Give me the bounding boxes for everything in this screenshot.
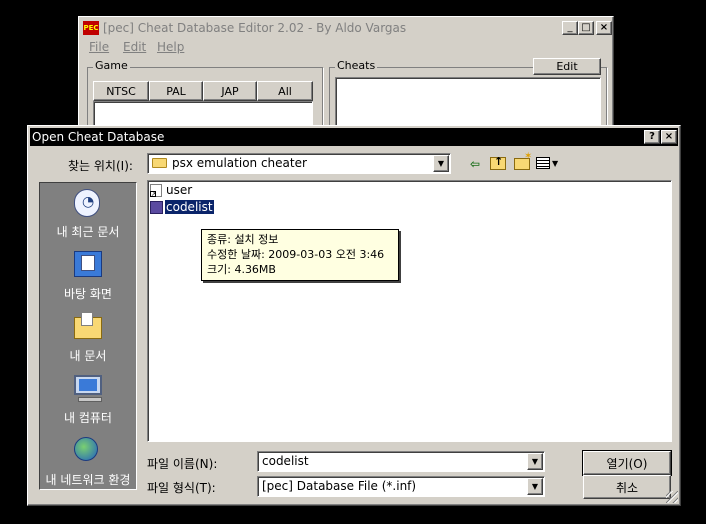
region-tabs: NTSC PAL JAP All — [93, 81, 313, 101]
tab-jap[interactable]: JAP — [203, 81, 257, 101]
file-list[interactable]: ↗ user codelist — [147, 180, 672, 442]
file-item-user[interactable]: ↗ user — [150, 183, 230, 199]
close-button[interactable]: × — [596, 21, 612, 35]
place-my-computer[interactable]: 내 컴퓨터 — [40, 373, 136, 431]
open-dialog: Open Cheat Database ? × 찾는 위치(I): psx em… — [27, 125, 681, 506]
filetype-select[interactable]: [pec] Database File (*.inf) ▼ — [257, 476, 545, 497]
file-name-selected: codelist — [164, 199, 215, 215]
filename-label: 파일 이름(N): — [147, 457, 218, 471]
cancel-button[interactable]: 취소 — [583, 475, 671, 499]
menu-help[interactable]: Help — [157, 40, 184, 54]
places-bar: ◔ 내 최근 문서 바탕 화면 내 문서 내 컴퓨터 내 네트워크 환경 — [39, 182, 137, 490]
place-network[interactable]: 내 네트워크 환경 — [40, 435, 136, 489]
tab-all[interactable]: All — [257, 81, 313, 101]
cheats-group-label: Cheats — [335, 59, 378, 72]
dialog-close-button[interactable]: × — [661, 130, 677, 144]
setup-info-file-icon — [150, 201, 163, 214]
tooltip-type: 종류: 설치 정보 — [207, 233, 279, 246]
minimize-button[interactable]: _ — [562, 21, 578, 35]
new-folder-icon[interactable]: ✶ — [514, 151, 532, 170]
editor-title: [pec] Cheat Database Editor 2.02 - By Al… — [103, 21, 407, 35]
place-label: 바탕 화면 — [64, 287, 112, 301]
filetype-value: [pec] Database File (*.inf) — [262, 479, 417, 493]
chevron-down-icon[interactable]: ▼ — [527, 453, 543, 470]
tooltip-modified: 수정한 날짜: 2009-03-03 오전 3:46 — [207, 248, 385, 261]
file-item-codelist[interactable]: codelist — [150, 199, 230, 216]
maximize-button[interactable]: □ — [578, 21, 594, 35]
lookin-label: 찾는 위치(I): — [68, 159, 133, 173]
file-tooltip: 종류: 설치 정보 수정한 날짜: 2009-03-03 오전 3:46 크기:… — [201, 229, 399, 281]
place-label: 내 문서 — [69, 349, 107, 363]
place-label: 내 최근 문서 — [56, 225, 120, 239]
my-documents-icon — [74, 312, 102, 339]
filename-input[interactable]: codelist ▼ — [257, 451, 545, 472]
game-group-label: Game — [93, 59, 130, 72]
folder-icon — [152, 158, 167, 168]
pec-app-icon: PEC — [83, 21, 99, 35]
filetype-label: 파일 형식(T): — [147, 481, 216, 495]
network-places-icon — [74, 437, 98, 461]
edit-button[interactable]: Edit — [533, 58, 601, 75]
file-name: user — [166, 183, 193, 197]
open-button[interactable]: 열기(O) — [582, 450, 672, 476]
shortcut-file-icon: ↗ — [150, 184, 162, 198]
menu-file[interactable]: File — [89, 40, 109, 54]
place-my-documents[interactable]: 내 문서 — [40, 311, 136, 369]
editor-window: PEC [pec] Cheat Database Editor 2.02 - B… — [78, 16, 614, 133]
dialog-title: Open Cheat Database — [32, 130, 165, 144]
recent-documents-icon: ◔ — [74, 189, 100, 217]
my-computer-icon — [74, 375, 102, 395]
back-icon[interactable]: ⇦ — [466, 156, 484, 172]
cheats-list[interactable] — [335, 77, 601, 131]
size-grip[interactable] — [666, 491, 678, 503]
lookin-value: psx emulation cheater — [172, 156, 307, 170]
help-button[interactable]: ? — [644, 130, 660, 144]
tooltip-size: 크기: 4.36MB — [207, 263, 276, 276]
view-menu-icon[interactable]: ▼ — [536, 157, 560, 171]
lookin-combo[interactable]: psx emulation cheater ▼ — [147, 153, 451, 174]
menu-edit[interactable]: Edit — [123, 40, 146, 54]
place-recent-documents[interactable]: ◔ 내 최근 문서 — [40, 187, 136, 245]
tab-ntsc[interactable]: NTSC — [93, 81, 149, 101]
chevron-down-icon[interactable]: ▼ — [527, 478, 543, 495]
up-folder-icon[interactable]: ↑ — [490, 155, 506, 170]
place-label: 내 네트워크 환경 — [45, 473, 131, 487]
place-desktop[interactable]: 바탕 화면 — [40, 249, 136, 307]
filename-value: codelist — [262, 454, 309, 468]
place-label: 내 컴퓨터 — [64, 411, 112, 425]
desktop-icon — [74, 251, 102, 277]
chevron-down-icon[interactable]: ▼ — [433, 155, 449, 172]
tab-pal[interactable]: PAL — [149, 81, 203, 101]
dialog-titlebar: Open Cheat Database ? × — [30, 128, 678, 146]
editor-titlebar: PEC [pec] Cheat Database Editor 2.02 - B… — [81, 19, 612, 37]
